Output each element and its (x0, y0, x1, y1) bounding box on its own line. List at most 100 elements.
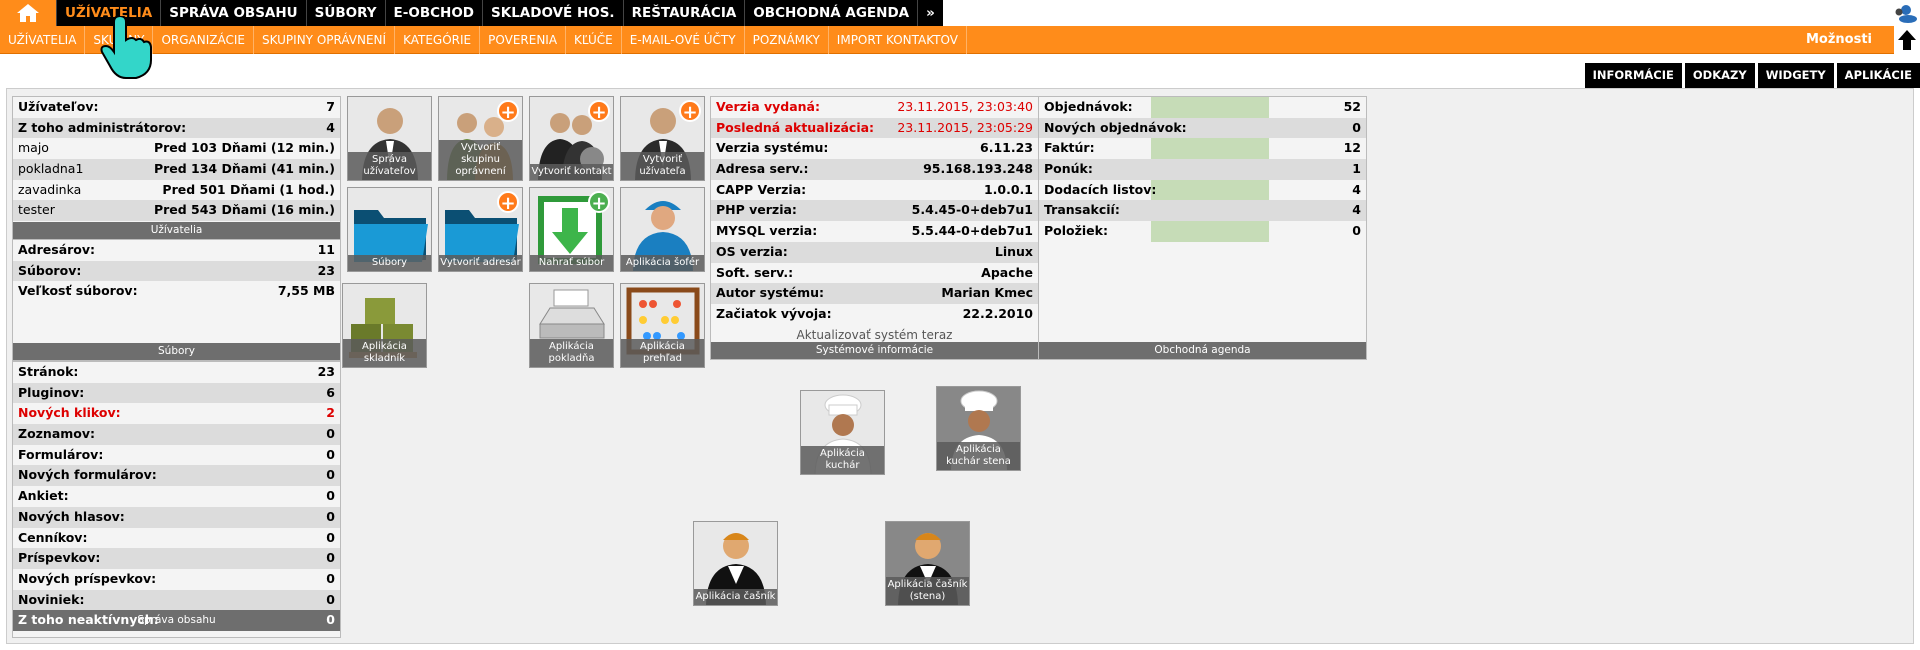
subnav-import-contacts[interactable]: IMPORT KONTAKTOV (829, 26, 967, 54)
tab-links[interactable]: ODKAZY (1684, 63, 1755, 88)
subnav-categories[interactable]: KATEGÓRIE (395, 26, 481, 54)
table-row: Súborov: 23 (13, 260, 340, 282)
nav-files[interactable]: SÚBORY (305, 0, 385, 26)
panel-title[interactable]: Systémové informácie (711, 342, 1038, 359)
table-row: Zoznamov: 0 (13, 424, 340, 445)
nav-restaurant[interactable]: REŠTAURÁCIA (622, 0, 745, 26)
table-row: Soft. serv.: Apache (716, 264, 1033, 280)
plus-icon: + (497, 100, 519, 123)
subnav-authorizations[interactable]: POVERENIA (480, 26, 567, 54)
app-driver[interactable]: Aplikácia šofér (620, 187, 705, 272)
subnav-keys[interactable]: KĽÚČE (566, 26, 622, 54)
table-row: zavadinka Pred 501 Dňami (1 hod.) (18, 181, 335, 197)
tab-applications[interactable]: APLIKÁCIE (1836, 63, 1920, 88)
dashboard-area: Užívateľov: 7 Z toho administrátorov: 4 ma… (6, 88, 1914, 644)
app-warehouse-keeper[interactable]: Aplikácia skladník (342, 283, 427, 368)
table-row: Dodacích listov: 4 (1044, 181, 1361, 197)
app-create-contact[interactable]: + Vytvoriť kontakt (529, 96, 614, 181)
top-bar: UŽÍVATELIA SPRÁVA OBSAHU SÚBORY E-OBCHOD… (0, 0, 1920, 26)
table-row: Formulárov: 0 (18, 446, 335, 462)
table-row: Nových klikov: 2 (18, 405, 335, 421)
app-create-directory[interactable]: + Vytvoriť adresár (438, 187, 523, 272)
panel-title[interactable]: Užívatelia (13, 222, 340, 239)
app-cash-register[interactable]: Aplikácia pokladňa (529, 283, 614, 368)
table-row: PHP verzia: 5.4.45-0+deb7u1 (711, 200, 1038, 222)
table-row: Ankiet: 0 (18, 488, 335, 504)
app-cook-wall[interactable]: Aplikácia kuchár stena (936, 386, 1021, 471)
home-icon (17, 4, 39, 22)
system-panel: Verzia vydaná: 23.11.2015, 23:03:40 Posle… (710, 96, 1039, 360)
options-button[interactable]: Možnosti (1806, 26, 1872, 54)
table-row: Pluginov: 6 (13, 382, 340, 404)
table-row: pokladna1 Pred 134 Dňami (41 min.) (13, 159, 340, 180)
table-row: Verzia vydaná: 23.11.2015, 23:03:40 (716, 99, 1033, 114)
files-panel: Adresárov: 11 Súborov: 23 Veľkosť súborov:… (12, 239, 341, 361)
table-row: Faktúr: 12 (1044, 140, 1361, 156)
app-waiter-wall[interactable]: Aplikácia čašník (stena) (885, 521, 970, 606)
scroll-up-button[interactable] (1894, 26, 1920, 54)
tab-information[interactable]: INFORMÁCIE (1584, 63, 1682, 88)
table-row: Adresárov: 11 (18, 242, 335, 257)
table-row: Posledná aktualizácia: 23.11.2015, 23:05:… (711, 117, 1038, 139)
app-create-permission-group[interactable]: + Vytvoriť skupinu oprávnení (438, 96, 523, 181)
arrow-up-icon (1898, 30, 1916, 50)
home-button[interactable] (0, 0, 56, 26)
table-row: Noviniek: 0 (13, 589, 340, 611)
panel-title[interactable]: Súbory (13, 343, 340, 360)
nav-warehouse[interactable]: SKLADOVÉ HOS. (482, 0, 623, 26)
table-row: Stránok: 23 (18, 364, 335, 379)
users-panel: Užívateľov: 7 Z toho administrátorov: 4 ma… (12, 96, 341, 240)
tab-widgets[interactable]: WIDGETY (1757, 63, 1834, 88)
app-files[interactable]: Súbory (347, 187, 432, 272)
app-user-management[interactable]: Správa užívateľov (347, 96, 432, 181)
plus-icon: + (679, 100, 701, 123)
table-row: Nových príspevkov: 0 (18, 570, 335, 586)
update-system-link[interactable]: Aktualizovať systém teraz (711, 328, 1038, 342)
table-row: Veľkosť súborov: 7,55 MB (18, 283, 335, 299)
plus-icon: + (588, 100, 610, 123)
table-row: Adresa serv.: 95.168.193.248 (711, 159, 1038, 180)
sub-bar: UŽÍVATELIA SKUPINY ORGANIZÁCIE SKUPINY O… (0, 26, 1920, 54)
table-row: Nových hlasov: 0 (13, 506, 340, 528)
table-row: Verzia systému: 6.11.23 (716, 140, 1033, 156)
panel-title[interactable]: Obchodná agenda (1039, 342, 1366, 359)
subnav-users[interactable]: UŽÍVATELIA (0, 26, 86, 54)
table-row: Užívateľov: 7 (18, 99, 335, 114)
plus-icon: + (588, 191, 610, 214)
table-row: Začiatok vývoja: 22.2.2010 (716, 305, 1033, 321)
nav-more[interactable]: » (917, 0, 943, 26)
app-create-user[interactable]: + Vytvoriť užívateľa (620, 96, 705, 181)
sub-nav: UŽÍVATELIA SKUPINY ORGANIZÁCIE SKUPINY O… (0, 26, 1920, 54)
user-menu[interactable] (1884, 0, 1920, 26)
app-overview[interactable]: Aplikácia prehľad (620, 283, 705, 368)
subnav-notes[interactable]: POZNÁMKY (745, 26, 829, 54)
app-cook[interactable]: Aplikácia kuchár (800, 390, 885, 475)
table-row: Príspevkov: 0 (13, 548, 340, 569)
table-row: Cenníkov: 0 (18, 529, 335, 545)
app-upload-file[interactable]: + Nahrať súbor (529, 187, 614, 272)
nav-content[interactable]: SPRÁVA OBSAHU (160, 0, 305, 26)
subnav-organizations[interactable]: ORGANIZÁCIE (153, 26, 254, 54)
table-row: Nových formulárov: 0 (13, 465, 340, 487)
table-row: OS verzia: Linux (711, 241, 1038, 263)
content-panel: Stránok: 23 Pluginov: 6 Nových klikov: 2 Zo… (12, 361, 341, 638)
table-row: Objednávok: 52 (1044, 99, 1361, 114)
subnav-email-accounts[interactable]: E-MAIL-OVÉ ÚČTY (622, 26, 745, 54)
panel-tabs: INFORMÁCIE ODKAZY WIDGETY APLIKÁCIE (1582, 63, 1920, 88)
nav-eshop[interactable]: E-OBCHOD (384, 0, 482, 26)
panel-title[interactable]: Správa obsahu (13, 610, 340, 631)
table-row: Položiek: 0 (1044, 223, 1361, 239)
table-row: Z toho administrátorov: 4 (13, 117, 340, 139)
nav-agenda[interactable]: OBCHODNÁ AGENDA (744, 0, 917, 26)
app-waiter[interactable]: Aplikácia čašník (693, 521, 778, 606)
table-row: tester Pred 543 Dňami (16 min.) (13, 200, 340, 222)
table-row: Nových objednávok: 0 (1039, 117, 1366, 139)
table-row: Z toho neaktívnych: Správa obsahu 0 (13, 610, 340, 631)
user-icon (1895, 5, 1917, 23)
table-row: Transakcií: 4 (1039, 200, 1366, 222)
table-row: Autor systému: Marian Kmec (711, 283, 1038, 304)
hand-cursor-icon (100, 16, 152, 79)
agenda-panel: Objednávok: 52 Nových objednávok: 0 Faktúr… (1038, 96, 1367, 360)
subnav-permission-groups[interactable]: SKUPINY OPRÁVNENÍ (254, 26, 396, 54)
table-row: majo Pred 103 Dňami (12 min.) (18, 140, 335, 156)
